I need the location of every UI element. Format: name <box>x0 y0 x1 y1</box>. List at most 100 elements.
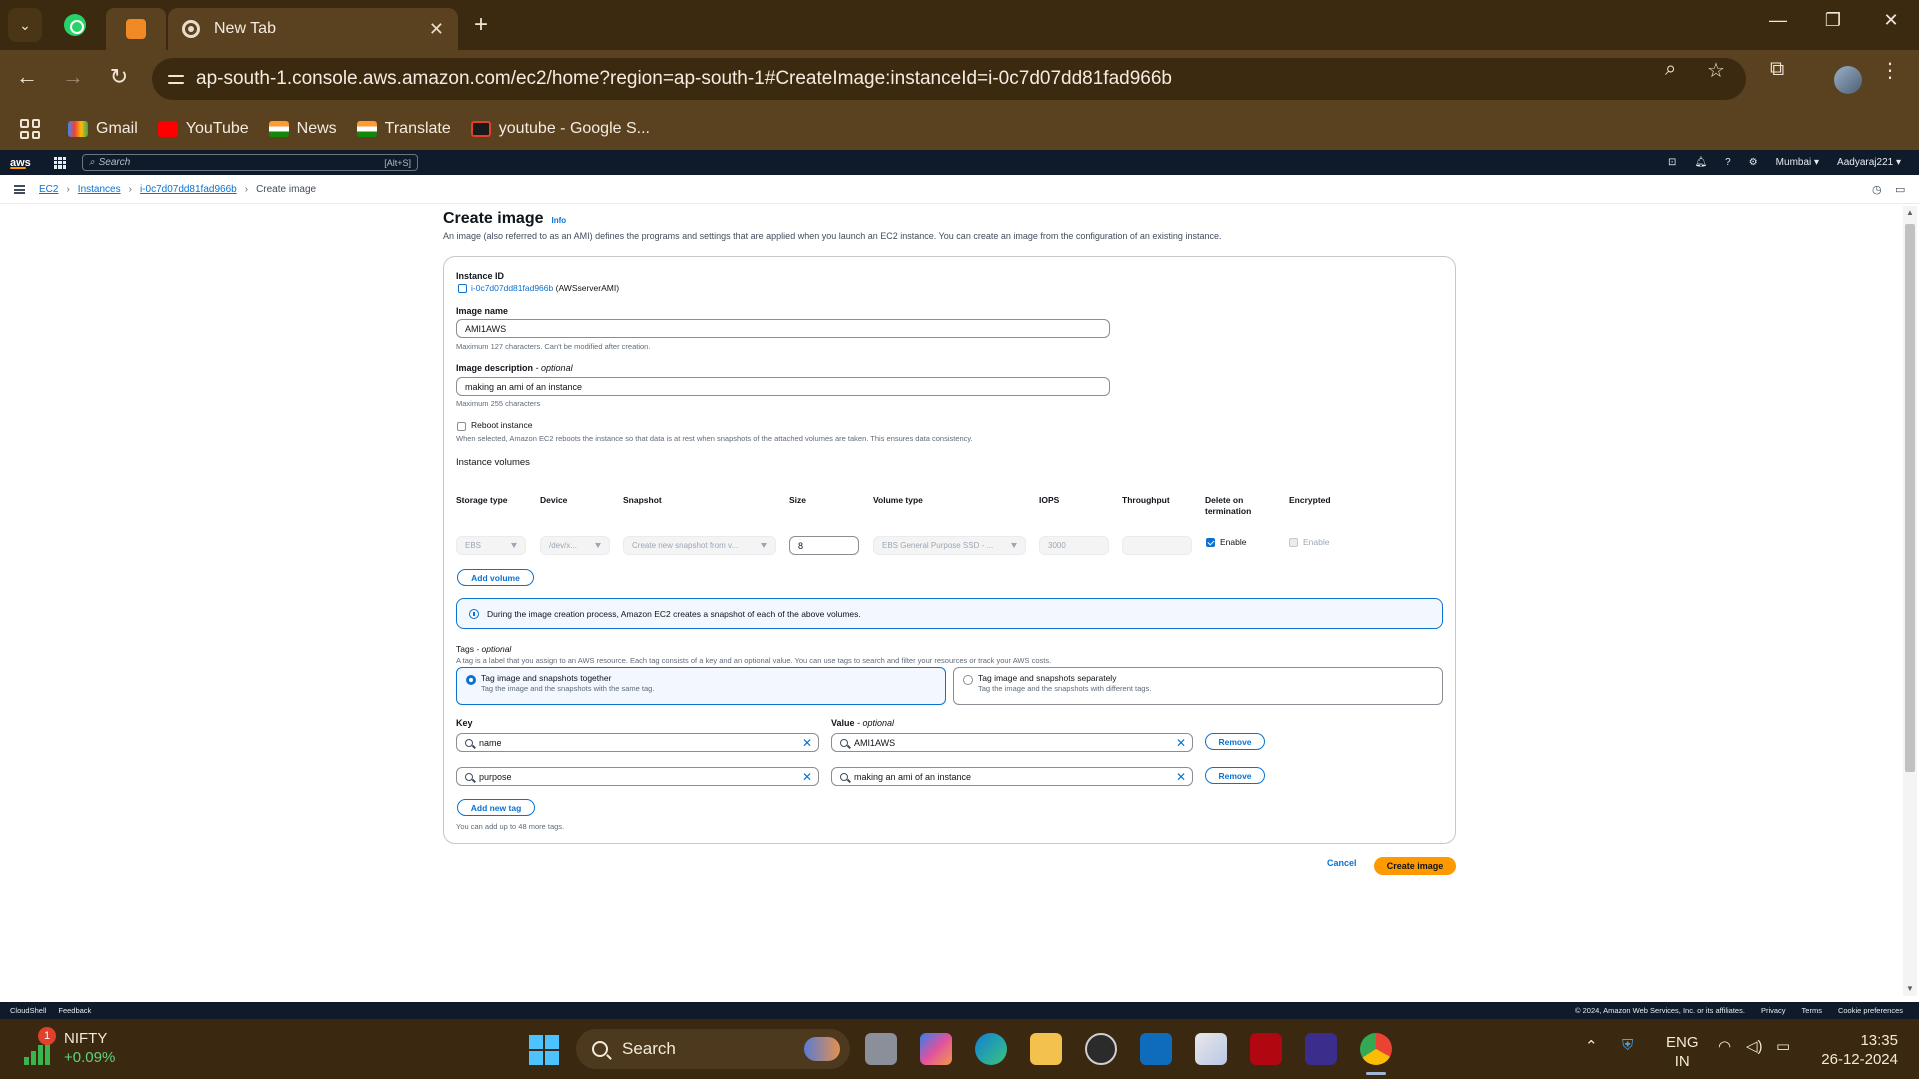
help-icon[interactable]: ? <box>1725 157 1731 168</box>
bookmark-news[interactable]: News <box>268 120 337 138</box>
breadcrumb-ec2[interactable]: EC2 <box>39 184 58 195</box>
caret-down-icon <box>511 543 517 548</box>
radio-tag-separately[interactable]: Tag image and snapshots separately Tag t… <box>953 667 1443 705</box>
bookmark-youtube-sheet[interactable]: youtube - Google S... <box>470 120 650 138</box>
close-window-button[interactable]: ✕ <box>1871 10 1911 31</box>
zoom-icon[interactable]: ⌕ <box>1665 58 1676 81</box>
address-bar[interactable]: ap-south-1.console.aws.amazon.com/ec2/ho… <box>152 58 1746 100</box>
forward-icon[interactable]: → <box>58 64 88 90</box>
side-nav-menu-icon[interactable] <box>14 184 25 194</box>
clear-icon[interactable]: ✕ <box>802 770 812 784</box>
search-icon: ⌕ <box>89 157 95 168</box>
image-description-input[interactable]: making an ami of an instance <box>456 377 1110 396</box>
create-image-button[interactable]: Create image <box>1374 857 1456 875</box>
wifi-icon[interactable]: ◠ <box>1718 1037 1731 1055</box>
clear-icon[interactable]: ✕ <box>1176 736 1186 750</box>
image-name-input[interactable]: AMI1AWS <box>456 319 1110 338</box>
netflix-icon[interactable] <box>1250 1033 1282 1065</box>
scrollbar-thumb[interactable] <box>1905 224 1915 772</box>
windows-start-icon[interactable] <box>529 1035 559 1065</box>
instance-id-row: i-0c7d07dd81fad966b (AWSserverAMI) <box>458 283 619 294</box>
tab-search-dropdown-icon[interactable]: ⌄ <box>8 8 42 42</box>
clear-icon[interactable]: ✕ <box>1176 770 1186 784</box>
close-tab-icon[interactable]: ✕ <box>429 19 444 40</box>
profile-avatar[interactable] <box>1834 66 1862 94</box>
tab-new-tab[interactable]: New Tab ✕ <box>168 8 458 50</box>
windows-taskbar: 1 NIFTY +0.09% Search ⌃ ⛨ ENG IN ◠ ◁) ▭ … <box>0 1019 1919 1079</box>
cookie-preferences-link[interactable]: Cookie preferences <box>1838 1006 1903 1015</box>
tag-key-input[interactable]: name ✕ <box>456 733 819 752</box>
stock-widget[interactable]: 1 NIFTY +0.09% <box>24 1027 115 1067</box>
col-device: Device <box>540 495 568 505</box>
tag-value-input[interactable]: making an ami of an instance ✕ <box>831 767 1193 786</box>
whatsapp-tab[interactable] <box>59 10 91 40</box>
cloudshell-link[interactable]: CloudShell <box>10 1006 46 1015</box>
edge-icon[interactable] <box>975 1033 1007 1065</box>
radio-tag-together[interactable]: Tag image and snapshots together Tag the… <box>456 667 946 705</box>
new-tab-button[interactable]: + <box>468 11 494 38</box>
cancel-button[interactable]: Cancel <box>1327 858 1357 868</box>
battery-icon[interactable]: ▭ <box>1776 1037 1790 1055</box>
bookmark-star-icon[interactable]: ☆ <box>1707 58 1725 83</box>
pinned-app-tab[interactable] <box>106 8 166 50</box>
add-new-tag-button[interactable]: Add new tag <box>457 799 535 816</box>
system-clock[interactable]: 13:35 26-12-2024 <box>1818 1031 1898 1069</box>
file-explorer-icon[interactable] <box>1030 1033 1062 1065</box>
volume-icon[interactable]: ◁) <box>1746 1037 1763 1055</box>
scroll-down-arrow-icon[interactable]: ▼ <box>1905 984 1915 993</box>
add-volume-button[interactable]: Add volume <box>457 569 534 586</box>
reload-icon[interactable]: ↻ <box>104 64 134 90</box>
aws-logo[interactable]: aws <box>10 157 38 169</box>
terms-link[interactable]: Terms <box>1802 1006 1822 1015</box>
privacy-link[interactable]: Privacy <box>1761 1006 1786 1015</box>
security-shield-icon[interactable]: ⛨ <box>1622 1037 1633 1054</box>
reboot-instance-checkbox[interactable] <box>457 422 466 431</box>
outlook-icon[interactable] <box>1140 1033 1172 1065</box>
cloudshell-icon[interactable]: ⊡ <box>1668 157 1676 168</box>
bookmark-gmail[interactable]: Gmail <box>68 120 138 138</box>
tag-value-input[interactable]: AMI1AWS ✕ <box>831 733 1193 752</box>
site-info-icon[interactable] <box>166 69 186 89</box>
clear-icon[interactable]: ✕ <box>802 736 812 750</box>
bookmark-youtube[interactable]: YouTube <box>157 120 249 138</box>
notifications-bell-icon[interactable]: 🔔︎ <box>1694 157 1707 168</box>
services-grid-icon[interactable] <box>54 156 66 169</box>
tags-limit-hint: You can add up to 48 more tags. <box>456 822 565 831</box>
show-hidden-icons-icon[interactable]: ⌃ <box>1585 1037 1598 1055</box>
remove-tag-button[interactable]: Remove <box>1205 767 1265 784</box>
dell-icon[interactable] <box>1085 1033 1117 1065</box>
taskbar-search[interactable]: Search <box>576 1029 850 1069</box>
scroll-up-arrow-icon[interactable]: ▲ <box>1905 208 1915 217</box>
clock-icon[interactable]: ◷ <box>1872 183 1882 196</box>
task-view-icon[interactable] <box>865 1033 897 1065</box>
language-indicator[interactable]: ENG IN <box>1666 1033 1699 1071</box>
volume-size-input[interactable]: 8 <box>789 536 859 555</box>
copilot-icon[interactable] <box>920 1033 952 1065</box>
instance-id-link[interactable]: i-0c7d07dd81fad966b <box>471 283 553 293</box>
microsoft-store-icon[interactable] <box>1195 1033 1227 1065</box>
search-icon <box>840 739 848 747</box>
aws-search-input[interactable]: ⌕ Search [Alt+S] <box>82 154 418 171</box>
back-icon[interactable]: ← <box>12 64 42 90</box>
delete-on-termination-checkbox[interactable] <box>1206 538 1215 547</box>
feedback-link[interactable]: Feedback <box>58 1006 91 1015</box>
settings-gear-icon[interactable]: ⚙ <box>1749 157 1758 168</box>
minimize-button[interactable]: — <box>1758 10 1798 31</box>
info-link[interactable]: Info <box>552 216 567 225</box>
extensions-icon[interactable]: ⧉ <box>1770 58 1784 81</box>
chrome-menu-icon[interactable]: ⋮ <box>1880 58 1900 83</box>
restore-button[interactable]: ❐ <box>1813 10 1853 31</box>
delete-on-termination-label: Enable <box>1220 537 1247 547</box>
breadcrumb-instance-id[interactable]: i-0c7d07dd81fad966b <box>140 184 237 195</box>
region-selector[interactable]: Mumbai ▾ <box>1776 157 1819 168</box>
copy-icon[interactable] <box>458 284 467 294</box>
bookmark-translate[interactable]: Translate <box>356 120 451 138</box>
amazon-music-icon[interactable] <box>1305 1033 1337 1065</box>
feedback-icon[interactable]: ▭ <box>1895 183 1905 196</box>
remove-tag-button[interactable]: Remove <box>1205 733 1265 750</box>
apps-grid-icon[interactable] <box>20 119 40 139</box>
breadcrumb-instances[interactable]: Instances <box>78 184 121 195</box>
chrome-taskbar-icon[interactable] <box>1360 1033 1392 1065</box>
tag-key-input[interactable]: purpose ✕ <box>456 767 819 786</box>
account-menu[interactable]: Aadyaraj221 ▾ <box>1837 157 1901 168</box>
